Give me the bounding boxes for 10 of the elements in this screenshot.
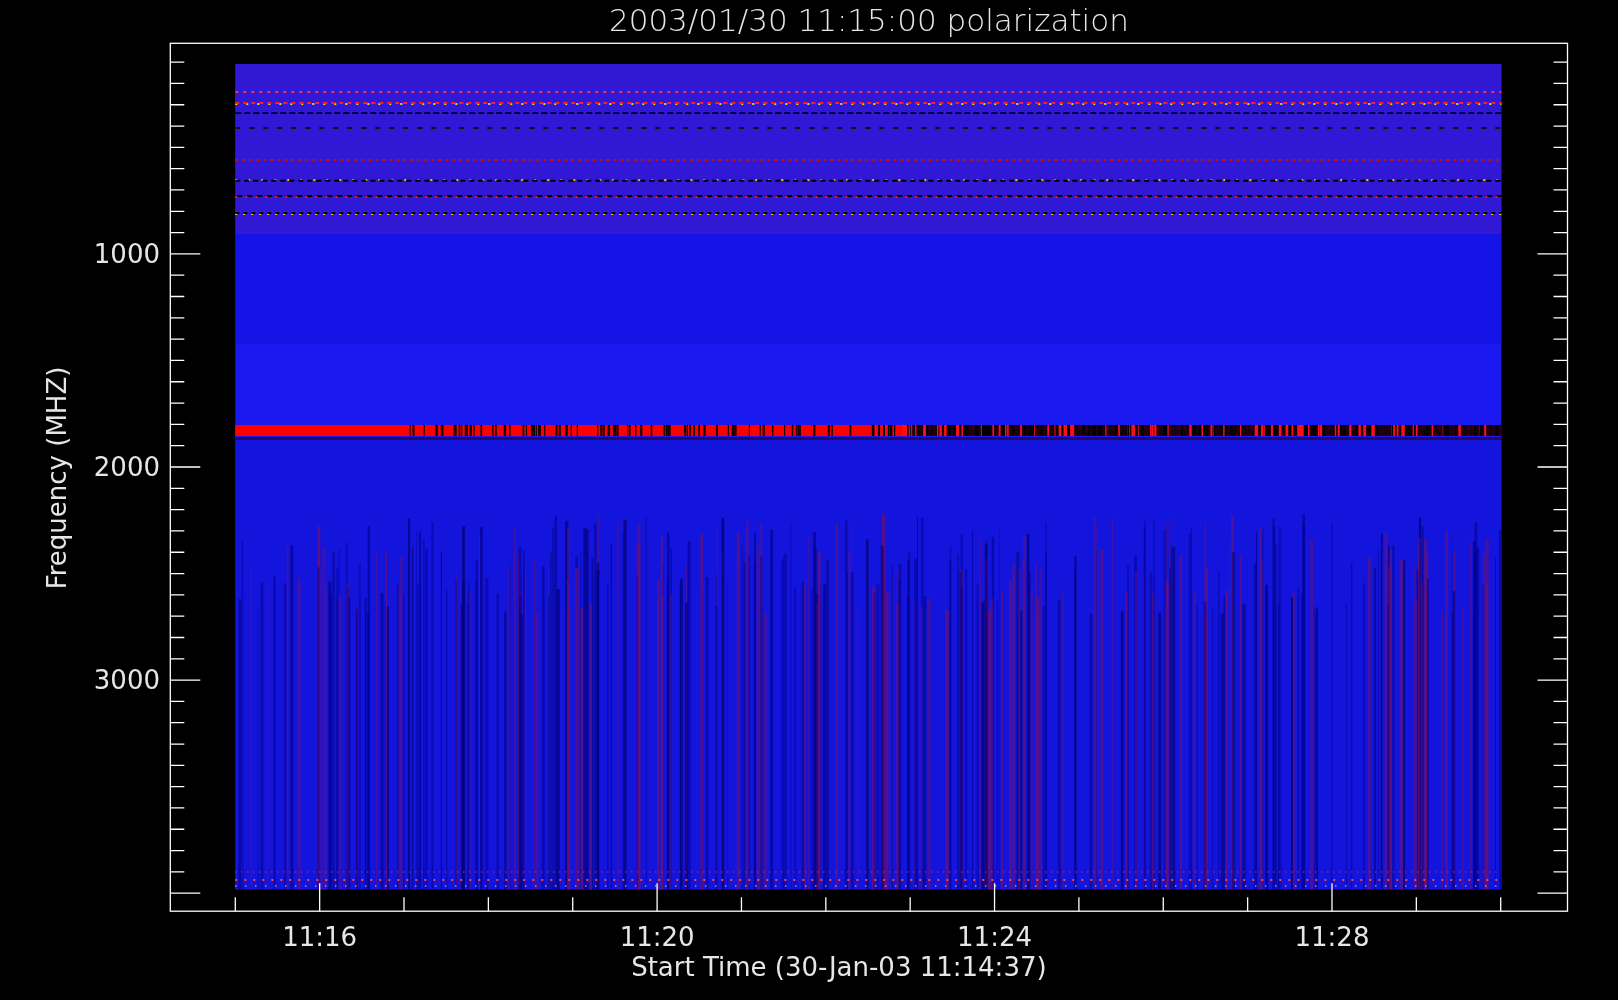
x-axis-label: Start Time (30-Jan-03 11:14:37) (631, 952, 1047, 982)
y-axis-label: Frequency (MHZ) (42, 366, 72, 590)
x-tick-label: 11:28 (1294, 922, 1370, 952)
y-tick-label: 3000 (93, 665, 160, 696)
x-tick-label: 11:16 (282, 922, 358, 952)
x-tick-label: 11:24 (957, 922, 1032, 952)
y-tick-label: 1000 (93, 238, 160, 269)
chart-title: 2003/01/30 11:15:00 polarization (608, 2, 1129, 38)
x-tick-label: 11:20 (619, 922, 695, 952)
y-tick-label: 2000 (93, 452, 160, 482)
